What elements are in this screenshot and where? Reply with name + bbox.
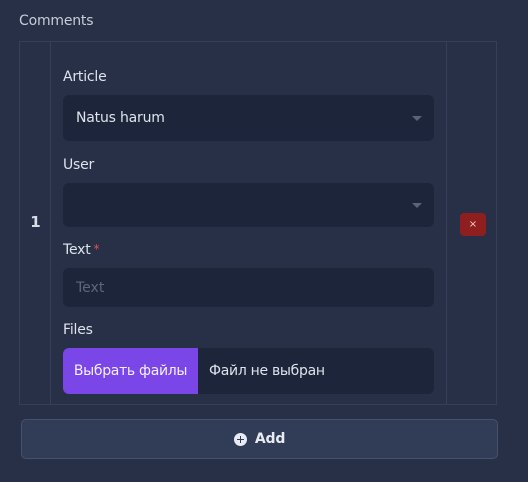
user-select[interactable] <box>63 183 434 227</box>
add-comment-button[interactable]: Add <box>21 419 498 459</box>
article-select-value: Natus harum <box>76 110 165 126</box>
text-input[interactable] <box>63 268 434 307</box>
plus-circle-icon <box>233 432 247 446</box>
add-button-label: Add <box>254 431 286 447</box>
file-status: Файл не выбран <box>209 363 325 379</box>
file-input[interactable]: Выбрать файлы Файл не выбран <box>63 348 434 394</box>
row-actions-column: × <box>446 42 497 404</box>
row-index-column: 1 <box>20 42 51 404</box>
add-button-content: Add <box>22 420 497 458</box>
delete-row-button[interactable]: × <box>460 213 486 236</box>
files-label: Files <box>63 322 93 338</box>
section-title: Comments <box>19 13 94 29</box>
comment-row: 1 × Article Natus harum User Text* Files… <box>19 41 497 405</box>
text-label: Text * <box>63 242 100 258</box>
choose-files-button[interactable]: Выбрать файлы <box>63 348 198 394</box>
article-select[interactable]: Natus harum <box>63 95 434 141</box>
text-label-text: Text <box>63 242 91 258</box>
row-index: 1 <box>30 213 41 231</box>
comments-panel: Comments 1 × Article Natus harum User Te… <box>0 0 528 482</box>
required-marker: * <box>93 242 100 256</box>
user-label: User <box>63 157 95 173</box>
article-label: Article <box>63 69 107 85</box>
chevron-down-icon <box>412 203 422 208</box>
chevron-down-icon <box>412 116 422 121</box>
